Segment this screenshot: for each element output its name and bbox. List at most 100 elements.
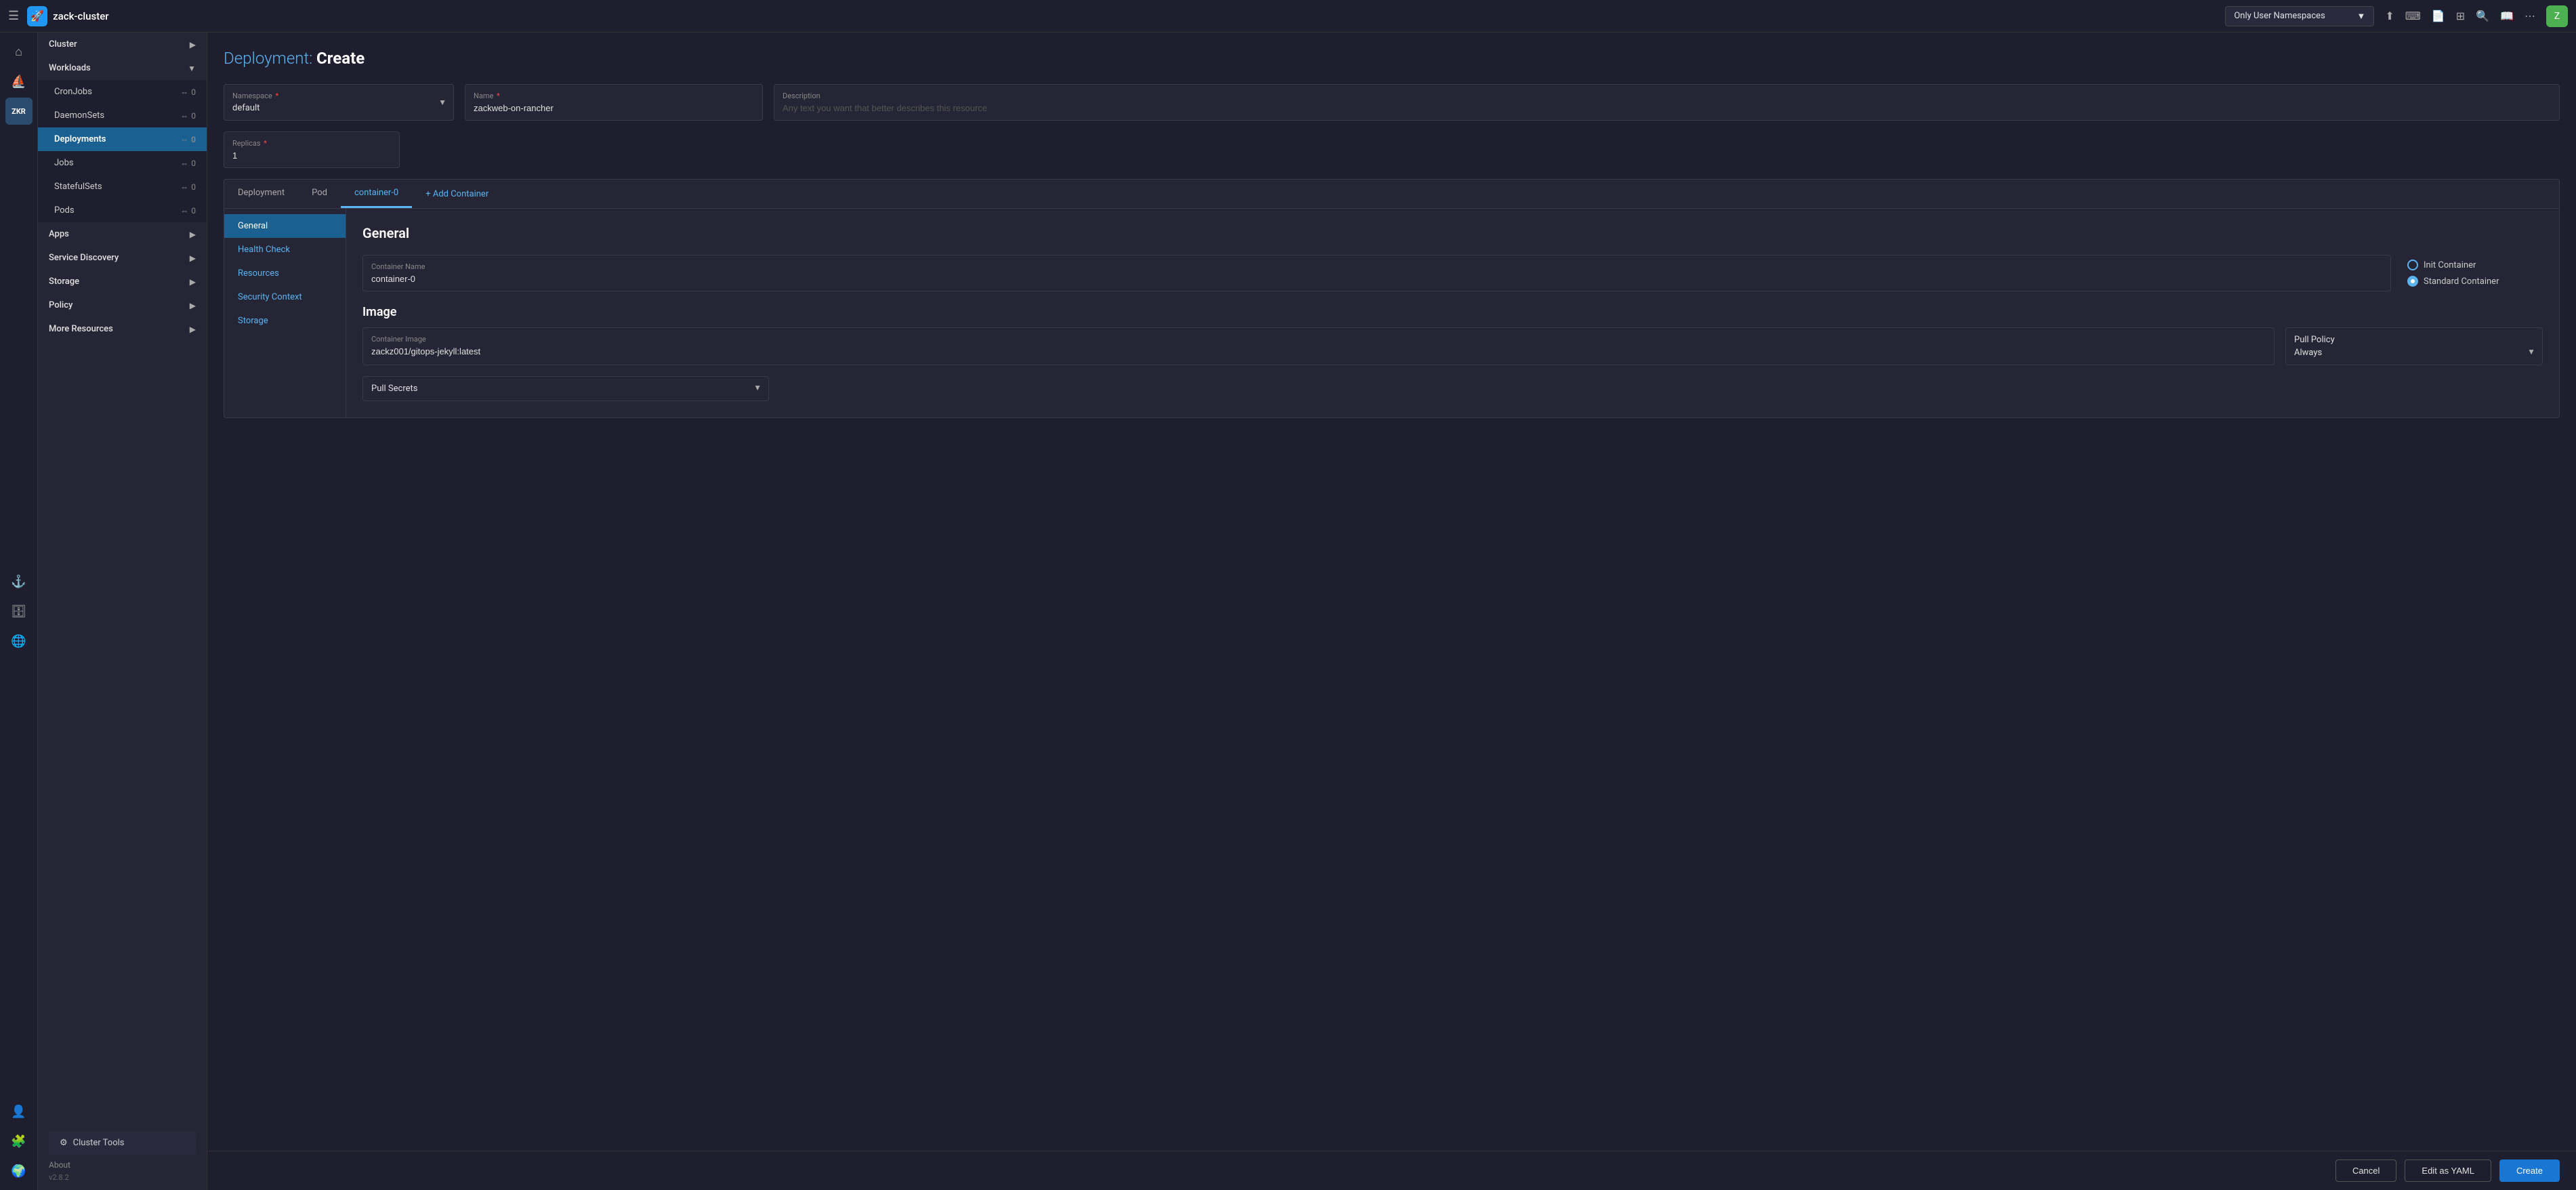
cancel-button[interactable]: Cancel bbox=[2335, 1160, 2396, 1182]
cronjobs-badge-icon: ⇔ bbox=[180, 87, 188, 97]
left-nav-storage[interactable]: Storage bbox=[224, 309, 346, 333]
sidebar-item-workloads[interactable]: Workloads ▼ bbox=[38, 56, 207, 80]
deployments-badge: ⇔ 0 bbox=[180, 135, 196, 144]
page-title-action: Create bbox=[316, 49, 365, 68]
statefulsets-badge-icon: ⇔ bbox=[180, 182, 188, 192]
nav-bottom: ⚙ Cluster Tools About v2.8.2 bbox=[38, 1123, 207, 1190]
pull-secrets-field: Pull Secrets ▼ bbox=[362, 376, 769, 401]
page-title: Deployment: Create bbox=[224, 49, 2560, 68]
bottom-bar: Cancel Edit as YAML Create bbox=[207, 1151, 2576, 1190]
workloads-chevron: ▼ bbox=[188, 64, 196, 73]
pods-label: Pods bbox=[54, 205, 75, 216]
pull-secrets-arrow[interactable]: ▼ bbox=[753, 383, 762, 392]
add-container-tab[interactable]: + Add Container bbox=[412, 181, 502, 207]
description-input[interactable] bbox=[783, 103, 2551, 113]
edit-yaml-button[interactable]: Edit as YAML bbox=[2405, 1160, 2491, 1182]
home-icon-btn[interactable]: ⌂ bbox=[5, 38, 33, 65]
namespace-dropdown-arrow[interactable]: ▼ bbox=[438, 98, 446, 107]
image-section-title: Image bbox=[362, 305, 2543, 319]
jobs-badge-icon: ⇔ bbox=[180, 159, 188, 168]
header-icons: ⬆ ⌨ 📄 ⊞ 🔍 📖 ⋯ Z bbox=[2385, 5, 2568, 27]
left-nav-resources[interactable]: Resources bbox=[224, 262, 346, 285]
form-second-row: Replicas * bbox=[224, 131, 2560, 168]
left-nav-health-check[interactable]: Health Check bbox=[224, 238, 346, 262]
statefulsets-label: StatefulSets bbox=[54, 182, 102, 192]
sidebar-item-policy[interactable]: Policy ▶ bbox=[38, 293, 207, 317]
tab-container-0[interactable]: container-0 bbox=[341, 180, 412, 208]
namespace-selector[interactable]: Only User Namespaces ▼ bbox=[2225, 6, 2374, 26]
pull-secrets-label: Pull Secrets bbox=[371, 384, 760, 394]
namespace-field: Namespace * default ▼ bbox=[224, 84, 454, 121]
pull-policy-arrow[interactable]: ▼ bbox=[2527, 347, 2535, 356]
form-top-row: Namespace * default ▼ Name * Description bbox=[224, 84, 2560, 121]
sidebar-item-deployments[interactable]: Deployments ⇔ 0 bbox=[38, 127, 207, 151]
grid-icon[interactable]: ⊞ bbox=[2456, 9, 2465, 22]
description-label: Description bbox=[783, 91, 2551, 100]
init-container-radio[interactable] bbox=[2407, 260, 2418, 270]
dots-icon[interactable]: ⋯ bbox=[2525, 9, 2535, 22]
workloads-submenu: CronJobs ⇔ 0 DaemonSets ⇔ 0 Deployments … bbox=[38, 80, 207, 222]
sidebar-item-daemonsets[interactable]: DaemonSets ⇔ 0 bbox=[38, 104, 207, 127]
standard-container-label: Standard Container bbox=[2424, 276, 2499, 287]
tab-pod[interactable]: Pod bbox=[298, 180, 341, 208]
file-icon[interactable]: 📄 bbox=[2432, 9, 2445, 22]
sidebar-item-cronjobs[interactable]: CronJobs ⇔ 0 bbox=[38, 80, 207, 104]
standard-container-option[interactable]: Standard Container bbox=[2407, 276, 2543, 287]
sidebar-item-jobs[interactable]: Jobs ⇔ 0 bbox=[38, 151, 207, 175]
name-input[interactable] bbox=[474, 103, 754, 113]
tabs-bar: Deployment Pod container-0 + Add Contain… bbox=[224, 180, 2559, 209]
sidebar-item-storage[interactable]: Storage ▶ bbox=[38, 270, 207, 293]
main-layout: ⌂ ⛵ ZKR ⚓ 🗄 🌐 👤 🧩 🌍 Cluster ▶ Workloads … bbox=[0, 33, 2576, 1190]
about-link[interactable]: About bbox=[49, 1157, 70, 1172]
sidebar-item-statefulsets[interactable]: StatefulSets ⇔ 0 bbox=[38, 175, 207, 199]
tab-deployment[interactable]: Deployment bbox=[224, 180, 298, 208]
left-nav-general[interactable]: General bbox=[224, 214, 346, 238]
namespace-value: default bbox=[232, 103, 445, 113]
terminal-icon[interactable]: ⌨ bbox=[2405, 9, 2421, 22]
container-name-input[interactable] bbox=[371, 274, 2382, 284]
left-nav-security-context[interactable]: Security Context bbox=[224, 285, 346, 309]
policy-chevron: ▶ bbox=[190, 301, 196, 310]
version-text: v2.8.2 bbox=[49, 1170, 196, 1182]
storage-icon-btn[interactable]: 🗄 bbox=[5, 598, 33, 625]
replicas-input[interactable] bbox=[232, 150, 391, 161]
pull-policy-label: Pull Policy bbox=[2294, 335, 2534, 345]
pods-count: 0 bbox=[191, 206, 196, 216]
brand-logo[interactable]: 🚀 bbox=[27, 6, 47, 26]
sidebar-item-service-discovery[interactable]: Service Discovery ▶ bbox=[38, 246, 207, 270]
statefulsets-count: 0 bbox=[191, 182, 196, 192]
avatar[interactable]: Z bbox=[2546, 5, 2568, 27]
deployment-form: Deployment Pod container-0 + Add Contain… bbox=[224, 179, 2560, 418]
sidebar-item-apps[interactable]: Apps ▶ bbox=[38, 222, 207, 246]
sidebar-item-cluster[interactable]: Cluster ▶ bbox=[38, 33, 207, 56]
replicas-field: Replicas * bbox=[224, 131, 400, 168]
globe-icon-btn[interactable]: 🌐 bbox=[5, 628, 33, 655]
pods-badge-icon: ⇔ bbox=[180, 206, 188, 216]
sidebar-item-more-resources[interactable]: More Resources ▶ bbox=[38, 317, 207, 341]
init-container-option[interactable]: Init Container bbox=[2407, 260, 2543, 270]
ship-icon-btn[interactable]: ⛵ bbox=[5, 68, 33, 95]
container-name-label: Container Name bbox=[371, 262, 2382, 271]
cronjobs-badge: ⇔ 0 bbox=[180, 87, 196, 97]
puzzle-icon-btn[interactable]: 🧩 bbox=[5, 1128, 33, 1155]
jobs-count: 0 bbox=[191, 159, 196, 168]
sidebar-item-pods[interactable]: Pods ⇔ 0 bbox=[38, 199, 207, 222]
standard-container-radio[interactable] bbox=[2407, 276, 2418, 287]
deployments-count: 0 bbox=[191, 135, 196, 144]
jobs-badge: ⇔ 0 bbox=[180, 159, 196, 168]
zkr-btn[interactable]: ZKR bbox=[5, 98, 33, 125]
user-icon-btn[interactable]: 👤 bbox=[5, 1098, 33, 1125]
cluster-tools-button[interactable]: ⚙ Cluster Tools bbox=[49, 1131, 196, 1155]
container-image-input[interactable] bbox=[371, 346, 2266, 356]
create-button[interactable]: Create bbox=[2499, 1160, 2560, 1182]
workloads-label: Workloads bbox=[49, 63, 91, 73]
brand-area: 🚀 zack-cluster bbox=[27, 6, 108, 26]
upload-icon[interactable]: ⬆ bbox=[2385, 9, 2394, 22]
policy-label: Policy bbox=[49, 300, 72, 310]
hamburger-icon[interactable]: ☰ bbox=[8, 9, 19, 23]
anchor-icon-btn[interactable]: ⚓ bbox=[5, 568, 33, 595]
name-label: Name * bbox=[474, 91, 754, 100]
book-icon[interactable]: 📖 bbox=[2500, 9, 2514, 22]
search-icon[interactable]: 🔍 bbox=[2476, 9, 2489, 22]
world-icon-btn[interactable]: 🌍 bbox=[5, 1157, 33, 1185]
